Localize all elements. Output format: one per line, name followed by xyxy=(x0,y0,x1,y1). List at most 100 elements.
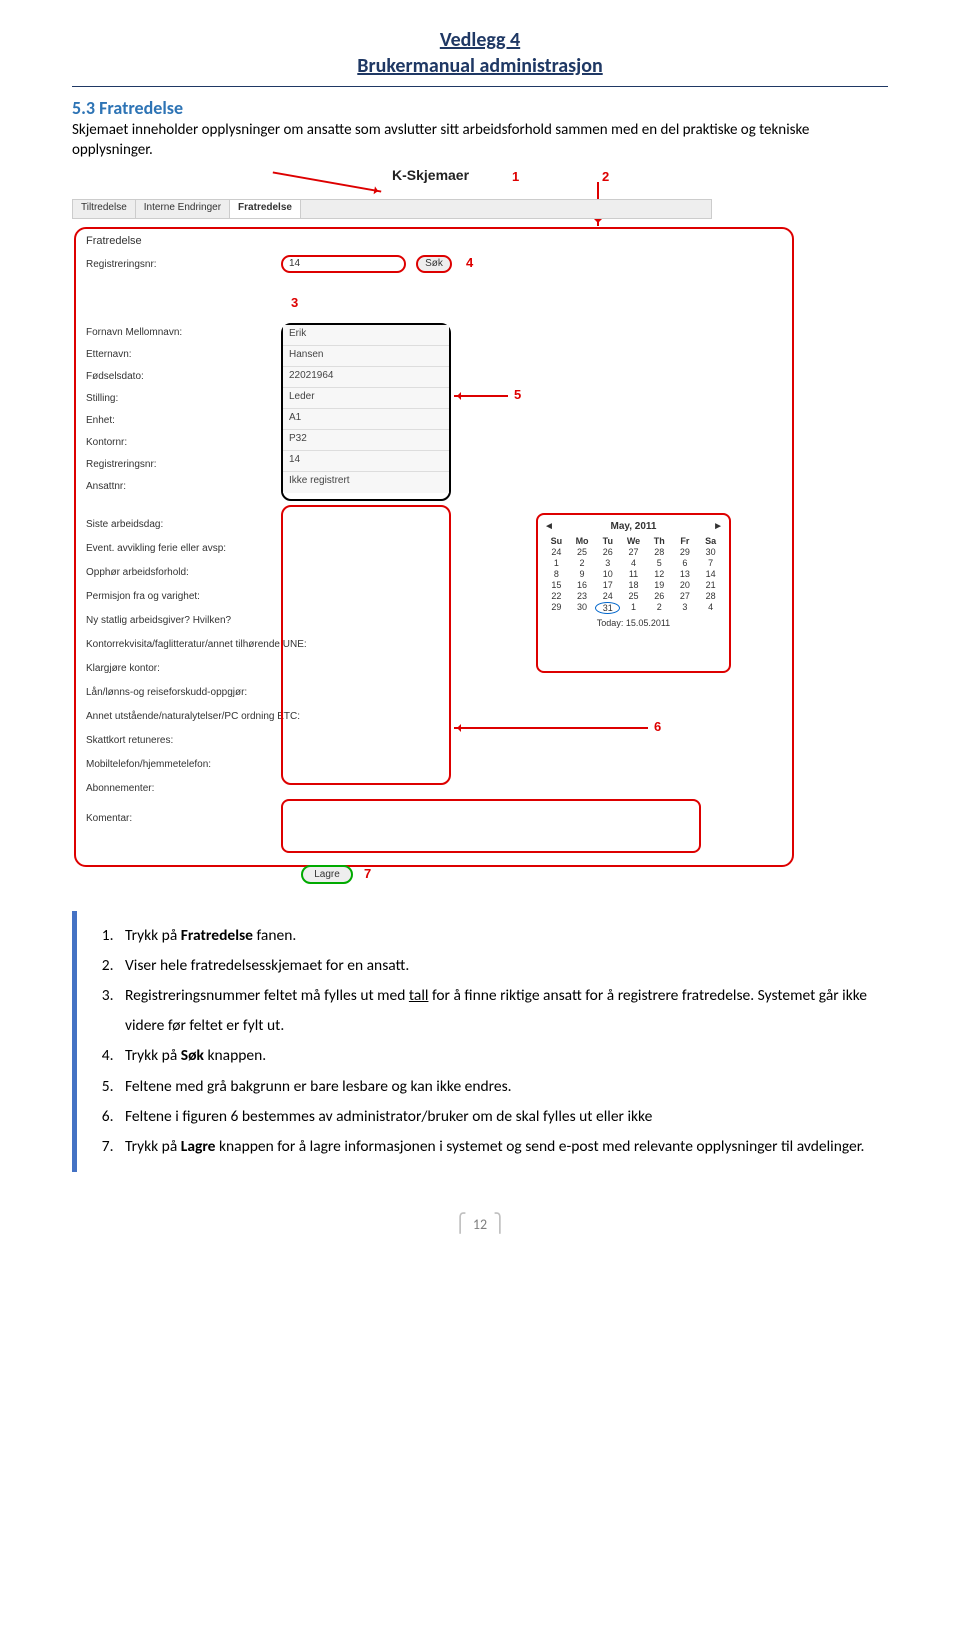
cal-day-cell[interactable]: 28 xyxy=(647,547,672,557)
cal-day-header: We xyxy=(621,536,646,546)
step-item: Trykk på Fratredelse fanen. xyxy=(117,921,884,951)
cal-day-cell[interactable]: 1 xyxy=(621,602,646,614)
cal-day-cell[interactable]: 25 xyxy=(621,591,646,601)
steps-list: Trykk på Fratredelse fanen.Viser hele fr… xyxy=(117,921,884,1163)
cal-today[interactable]: Today: 15.05.2011 xyxy=(544,618,723,628)
cal-day-cell[interactable]: 26 xyxy=(647,591,672,601)
step-item: Trykk på Søk knappen. xyxy=(117,1041,884,1071)
cal-day-cell[interactable]: 26 xyxy=(595,547,620,557)
cal-day-cell[interactable]: 29 xyxy=(544,602,569,614)
cal-day-header: Th xyxy=(647,536,672,546)
arrow-icon xyxy=(273,171,382,192)
cal-day-cell[interactable]: 6 xyxy=(673,558,698,568)
header-rule xyxy=(72,86,888,87)
cal-day-cell[interactable]: 30 xyxy=(698,547,723,557)
cal-day-cell[interactable]: 28 xyxy=(698,591,723,601)
cal-day-cell[interactable]: 20 xyxy=(673,580,698,590)
cal-day-cell[interactable]: 18 xyxy=(621,580,646,590)
calendar-widget[interactable]: ◄ May, 2011 ► SuMoTuWeThFrSa242526272829… xyxy=(536,513,731,673)
step-item: Feltene med grå bakgrunn er bare lesbare… xyxy=(117,1072,884,1102)
cal-day-cell[interactable]: 29 xyxy=(673,547,698,557)
cal-day-cell[interactable]: 8 xyxy=(544,569,569,579)
page-number: 12 xyxy=(473,1216,487,1233)
step-item: Registreringsnummer feltet må fylles ut … xyxy=(117,981,884,1041)
callout-6: 6 xyxy=(654,719,661,734)
val-fornavn: Erik xyxy=(283,325,449,346)
cal-next-icon[interactable]: ► xyxy=(713,521,723,532)
callout-5: 5 xyxy=(514,387,521,402)
cal-day-cell[interactable]: 27 xyxy=(621,547,646,557)
val-fodselsdato: 22021964 xyxy=(283,367,449,388)
cal-day-cell[interactable]: 17 xyxy=(595,580,620,590)
cal-day-cell[interactable]: 11 xyxy=(621,569,646,579)
label-etternavn: Etternavn: xyxy=(86,349,276,371)
app-title: K-Skjemaer xyxy=(392,167,469,183)
cal-day-cell[interactable]: 24 xyxy=(544,547,569,557)
step-item: Trykk på Lagre knappen for å lagre infor… xyxy=(117,1132,884,1162)
cal-day-cell[interactable]: 21 xyxy=(698,580,723,590)
cal-day-cell[interactable]: 5 xyxy=(647,558,672,568)
cal-day-cell[interactable]: 13 xyxy=(673,569,698,579)
callout-1: 1 xyxy=(512,169,519,184)
cal-day-cell[interactable]: 9 xyxy=(570,569,595,579)
cal-day-cell[interactable]: 23 xyxy=(570,591,595,601)
step-item: Feltene i figuren 6 bestemmes av adminis… xyxy=(117,1102,884,1132)
cal-day-cell[interactable]: 1 xyxy=(544,558,569,568)
tab-interne-endringer[interactable]: Interne Endringer xyxy=(136,200,230,218)
cal-day-cell[interactable]: 25 xyxy=(570,547,595,557)
extra-inputs-outline xyxy=(281,505,451,785)
cal-day-cell[interactable]: 31 xyxy=(595,602,620,614)
cal-day-cell[interactable]: 16 xyxy=(570,580,595,590)
step-item: Viser hele fratredelsesskjemaet for en a… xyxy=(117,951,884,981)
cal-day-cell[interactable]: 19 xyxy=(647,580,672,590)
cal-prev-icon[interactable]: ◄ xyxy=(544,521,554,532)
cal-day-cell[interactable]: 10 xyxy=(595,569,620,579)
doc-title-2: Brukermanual administrasjon xyxy=(72,54,888,78)
cal-day-cell[interactable]: 14 xyxy=(698,569,723,579)
label-stilling: Stilling: xyxy=(86,393,276,415)
label-registreringsnr: Registreringsnr: xyxy=(86,459,276,481)
komentar-textarea[interactable] xyxy=(281,799,701,853)
cal-day-cell[interactable]: 2 xyxy=(570,558,595,568)
sok-button[interactable]: Søk xyxy=(416,255,452,273)
val-etternavn: Hansen xyxy=(283,346,449,367)
form-title: Fratredelse xyxy=(86,235,142,247)
cal-day-cell[interactable]: 3 xyxy=(673,602,698,614)
komentar-label: Komentar: xyxy=(86,813,132,824)
cal-day-header: Mo xyxy=(570,536,595,546)
tab-fratredelse[interactable]: Fratredelse xyxy=(230,200,301,218)
cal-day-cell[interactable]: 4 xyxy=(621,558,646,568)
val-ansattnr: Ikke registrert xyxy=(283,472,449,493)
val-stilling: Leder xyxy=(283,388,449,409)
details-box: Erik Hansen 22021964 Leder A1 P32 14 Ikk… xyxy=(281,323,451,501)
callout-3: 3 xyxy=(291,295,298,310)
details-labels-column: Fornavn Mellomnavn: Etternavn: Fødselsda… xyxy=(86,327,276,503)
cal-day-cell[interactable]: 22 xyxy=(544,591,569,601)
cal-day-cell[interactable]: 7 xyxy=(698,558,723,568)
section-heading: 5.3 Fratredelse xyxy=(72,97,888,119)
arrow-icon xyxy=(454,395,508,397)
document-header: Vedlegg 4 Brukermanual administrasjon xyxy=(72,28,888,78)
cal-day-cell[interactable]: 15 xyxy=(544,580,569,590)
cal-day-cell[interactable]: 30 xyxy=(570,602,595,614)
val-enhet: A1 xyxy=(283,409,449,430)
cal-month: May, 2011 xyxy=(611,521,657,532)
reg-input[interactable]: 14 xyxy=(281,255,406,273)
cal-day-header: Tu xyxy=(595,536,620,546)
lagre-button[interactable]: Lagre xyxy=(301,865,353,884)
cal-day-cell[interactable]: 24 xyxy=(595,591,620,601)
cal-day-cell[interactable]: 3 xyxy=(595,558,620,568)
form-outline: Fratredelse Registreringsnr: 14 Søk 4 3 … xyxy=(74,227,794,867)
tab-tiltredelse[interactable]: Tiltredelse xyxy=(73,200,136,218)
arrow-icon xyxy=(454,727,648,729)
page-number-brace: ⎧12⎫ xyxy=(72,1212,888,1234)
label-fornavn: Fornavn Mellomnavn: xyxy=(86,327,276,349)
label-kontornr: Kontornr: xyxy=(86,437,276,459)
cal-day-cell[interactable]: 12 xyxy=(647,569,672,579)
cal-day-header: Fr xyxy=(673,536,698,546)
form-screenshot: K-Skjemaer 1 2 Tiltredelse Interne Endri… xyxy=(72,167,892,897)
callout-7: 7 xyxy=(364,866,371,881)
cal-day-cell[interactable]: 4 xyxy=(698,602,723,614)
cal-day-cell[interactable]: 27 xyxy=(673,591,698,601)
cal-day-cell[interactable]: 2 xyxy=(647,602,672,614)
